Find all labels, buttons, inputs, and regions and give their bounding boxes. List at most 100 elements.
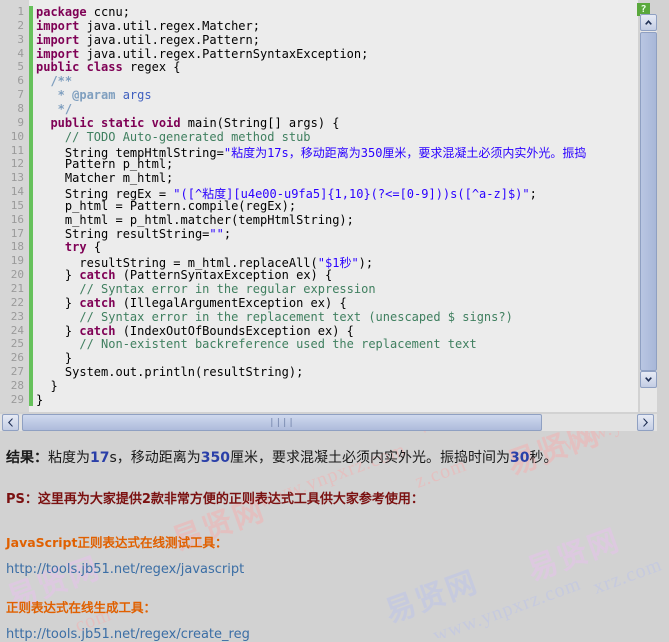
code-token: args xyxy=(115,88,152,103)
code-line[interactable]: package ccnu; xyxy=(36,5,130,19)
code-token: p_html = Pattern.compile(regEx); xyxy=(36,198,297,213)
code-token: Matcher m_html; xyxy=(36,171,174,186)
code-line[interactable]: } xyxy=(36,393,43,407)
scroll-right-button[interactable] xyxy=(637,414,654,431)
code-token: import xyxy=(36,46,80,61)
article-body: 结果：粘度为17s，移动距离为350厘米，要求混凝土必须内实外光。振捣时间为30… xyxy=(0,431,669,642)
line-number: 17 xyxy=(10,226,24,240)
line-number: 6 xyxy=(17,74,24,88)
line-number: 20 xyxy=(10,268,24,282)
code-line[interactable]: Matcher m_html; xyxy=(36,171,173,185)
code-token: // Syntax error in the regular expressio… xyxy=(36,282,376,296)
tool-link-javascript[interactable]: http://tools.jb51.net/regex/javascript xyxy=(6,562,244,577)
line-number: 25 xyxy=(10,337,24,351)
line-number: 19 xyxy=(10,254,24,268)
line-number: 8 xyxy=(17,101,24,115)
ps-note: PS：这里再为大家提供2款非常方便的正则表达式工具供大家参考使用： xyxy=(6,492,424,507)
code-token: catch xyxy=(79,323,116,338)
code-line[interactable]: public static void main(String[] args) { xyxy=(36,115,340,130)
code-line[interactable]: /** xyxy=(36,74,72,88)
result-text-4: 秒。 xyxy=(529,450,558,466)
code-token: */ xyxy=(36,101,73,116)
line-number: 24 xyxy=(10,323,24,337)
code-token: regex { xyxy=(122,60,181,75)
code-line[interactable]: import java.util.regex.Matcher; xyxy=(36,19,260,33)
code-line[interactable]: */ xyxy=(36,102,72,116)
code-line[interactable]: public class regex { xyxy=(36,60,181,74)
code-token: try xyxy=(64,240,87,255)
chevron-up-icon xyxy=(645,20,652,25)
line-number: 15 xyxy=(10,198,24,212)
code-token: java.util.regex.Matcher; xyxy=(79,18,260,33)
code-token: } xyxy=(36,268,80,283)
chevron-down-icon xyxy=(645,377,652,382)
code-token: // Syntax error in the replacement text … xyxy=(36,309,513,324)
code-line[interactable]: // Non-existent backreference used the r… xyxy=(36,337,476,351)
scrollbar-grip: |||| xyxy=(269,417,295,428)
code-token: { xyxy=(86,240,102,255)
code-line[interactable]: // Syntax error in the regular expressio… xyxy=(36,282,376,296)
code-editor[interactable]: 1 2 3 4 5 6 7 8 9 10 11 12 13 14 15 16 17 18 19 20 21 22 23 24 2… xyxy=(0,0,669,431)
vertical-scrollbar-thumb[interactable] xyxy=(640,32,657,371)
code-token: } xyxy=(36,323,80,338)
code-line[interactable]: } catch (IndexOutOfBoundsException ex) { xyxy=(36,324,354,338)
line-number: 3 xyxy=(17,32,24,46)
code-line[interactable]: import java.util.regex.Pattern; xyxy=(36,33,260,47)
code-token: static xyxy=(101,115,145,130)
line-number: 14 xyxy=(10,185,24,199)
code-token: Pattern p_html; xyxy=(36,157,174,172)
line-number: 26 xyxy=(10,351,24,365)
line-number: 16 xyxy=(10,212,24,226)
code-line[interactable]: import java.util.regex.PatternSyntaxExce… xyxy=(36,47,368,61)
code-token: } xyxy=(36,351,73,366)
tool-heading-javascript: JavaScript正则表达式在线测试工具： xyxy=(6,535,228,550)
tool-link-generator[interactable]: http://tools.jb51.net/regex/create_reg xyxy=(6,627,250,642)
code-token: (PatternSyntaxException ex) { xyxy=(115,268,333,283)
code-line[interactable]: } xyxy=(36,378,58,393)
code-token: class xyxy=(86,60,123,75)
code-line[interactable]: p_html = Pattern.compile(regEx); xyxy=(36,199,296,213)
code-viewport[interactable]: 1 2 3 4 5 6 7 8 9 10 11 12 13 14 15 16 17 18 19 20 21 22 23 24 2… xyxy=(0,0,638,412)
result-paragraph: 结果：粘度为17s，移动距离为350厘米，要求混凝土必须内实外光。振捣时间为30… xyxy=(6,447,558,467)
scroll-up-button[interactable] xyxy=(640,14,657,31)
code-token: "粘度为17s，移动距离为350厘米，要求混凝土必须内实外光。振捣 xyxy=(223,145,587,160)
code-token: } xyxy=(36,378,58,393)
code-line[interactable]: Pattern p_html; xyxy=(36,157,173,171)
code-line[interactable]: } catch (PatternSyntaxException ex) { xyxy=(36,268,332,282)
code-line[interactable]: m_html = p_html.matcher(tempHtmlString); xyxy=(36,213,354,227)
code-line[interactable]: * @param args xyxy=(36,88,152,102)
code-line[interactable]: System.out.println(resultString); xyxy=(36,365,303,379)
line-number: 13 xyxy=(10,171,24,185)
code-token: public xyxy=(36,60,80,75)
code-line[interactable]: } catch (IllegalArgumentException ex) { xyxy=(36,296,347,310)
code-token: System.out.println(resultString); xyxy=(36,365,304,380)
horizontal-scrollbar-thumb[interactable]: |||| xyxy=(22,414,542,431)
scrollbar-corner xyxy=(657,414,669,431)
code-token: } xyxy=(36,392,44,407)
code-token: // TODO Auto-generated method stub xyxy=(36,129,311,144)
code-token: ; xyxy=(223,226,232,241)
code-token: void xyxy=(151,115,181,130)
code-token: ccnu; xyxy=(86,5,130,19)
code-token: package xyxy=(36,5,87,19)
line-number: 23 xyxy=(10,309,24,323)
code-token: ); xyxy=(358,256,374,271)
line-number: 22 xyxy=(10,295,24,309)
result-text-2: s，移动距离为 xyxy=(109,450,201,466)
result-value-distance: 350 xyxy=(200,450,231,466)
code-token: ; xyxy=(529,187,537,202)
code-line[interactable]: String resultString=""; xyxy=(36,227,231,241)
scroll-left-button[interactable] xyxy=(2,414,19,431)
line-number: 21 xyxy=(10,282,24,295)
code-line[interactable]: } xyxy=(36,351,72,365)
code-token: main(String[] args) { xyxy=(180,115,340,130)
code-token: /** xyxy=(50,74,73,89)
code-line[interactable]: try { xyxy=(36,240,101,254)
code-line[interactable]: // TODO Auto-generated method stub xyxy=(36,130,311,144)
code-token: catch xyxy=(79,295,116,310)
code-line[interactable]: // Syntax error in the replacement text … xyxy=(36,309,513,324)
scroll-down-button[interactable] xyxy=(640,371,657,388)
